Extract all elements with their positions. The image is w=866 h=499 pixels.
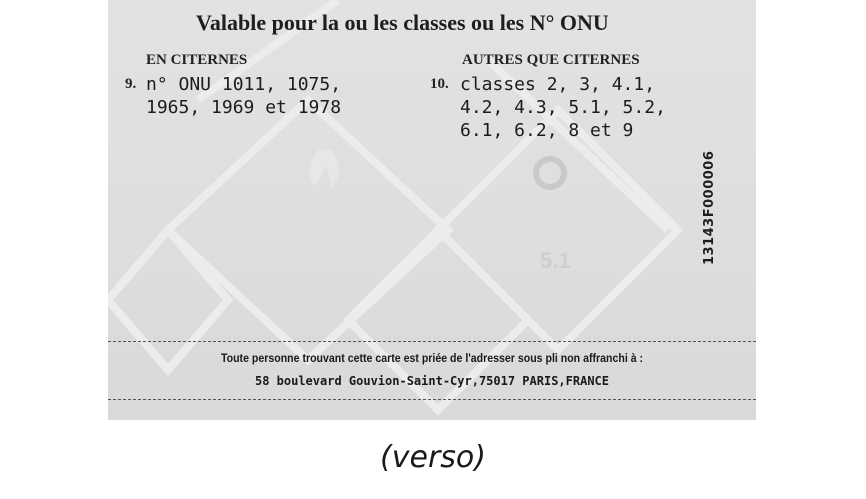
right-line-1: classes 2, 3, 4.1, (460, 74, 656, 95)
left-column-number: 9. (125, 76, 137, 92)
watermark-label: 5.1 (540, 248, 571, 273)
return-address: 58 boulevard Gouvion-Saint-Cyr,75017 PAR… (254, 374, 609, 388)
flame-icon (309, 150, 339, 188)
oxidizer-icon (533, 156, 567, 190)
left-line-2: 1965, 1969 et 1978 (146, 97, 342, 118)
right-line-2: 4.2, 4.3, 5.1, 5.2, (460, 97, 666, 118)
left-line-1: n° ONU 1011, 1075, (146, 74, 342, 95)
divider-top (108, 341, 756, 342)
right-column-title: AUTRES QUE CITERNES (462, 52, 640, 68)
right-column-number: 10. (430, 76, 449, 92)
right-line-3: 6.1, 6.2, 8 et 9 (460, 120, 634, 141)
adr-card-verso: 5.1 Valable pour la ou les classes ou le… (108, 0, 756, 420)
serial-number: 13143F000006 (702, 150, 717, 265)
divider-bottom (108, 399, 756, 400)
left-column-title: EN CITERNES (146, 52, 248, 68)
caption: (verso) (380, 440, 486, 475)
return-notice: Toute personne trouvant cette carte est … (220, 353, 644, 365)
heading: Valable pour la ou les classes ou les N°… (196, 10, 609, 35)
